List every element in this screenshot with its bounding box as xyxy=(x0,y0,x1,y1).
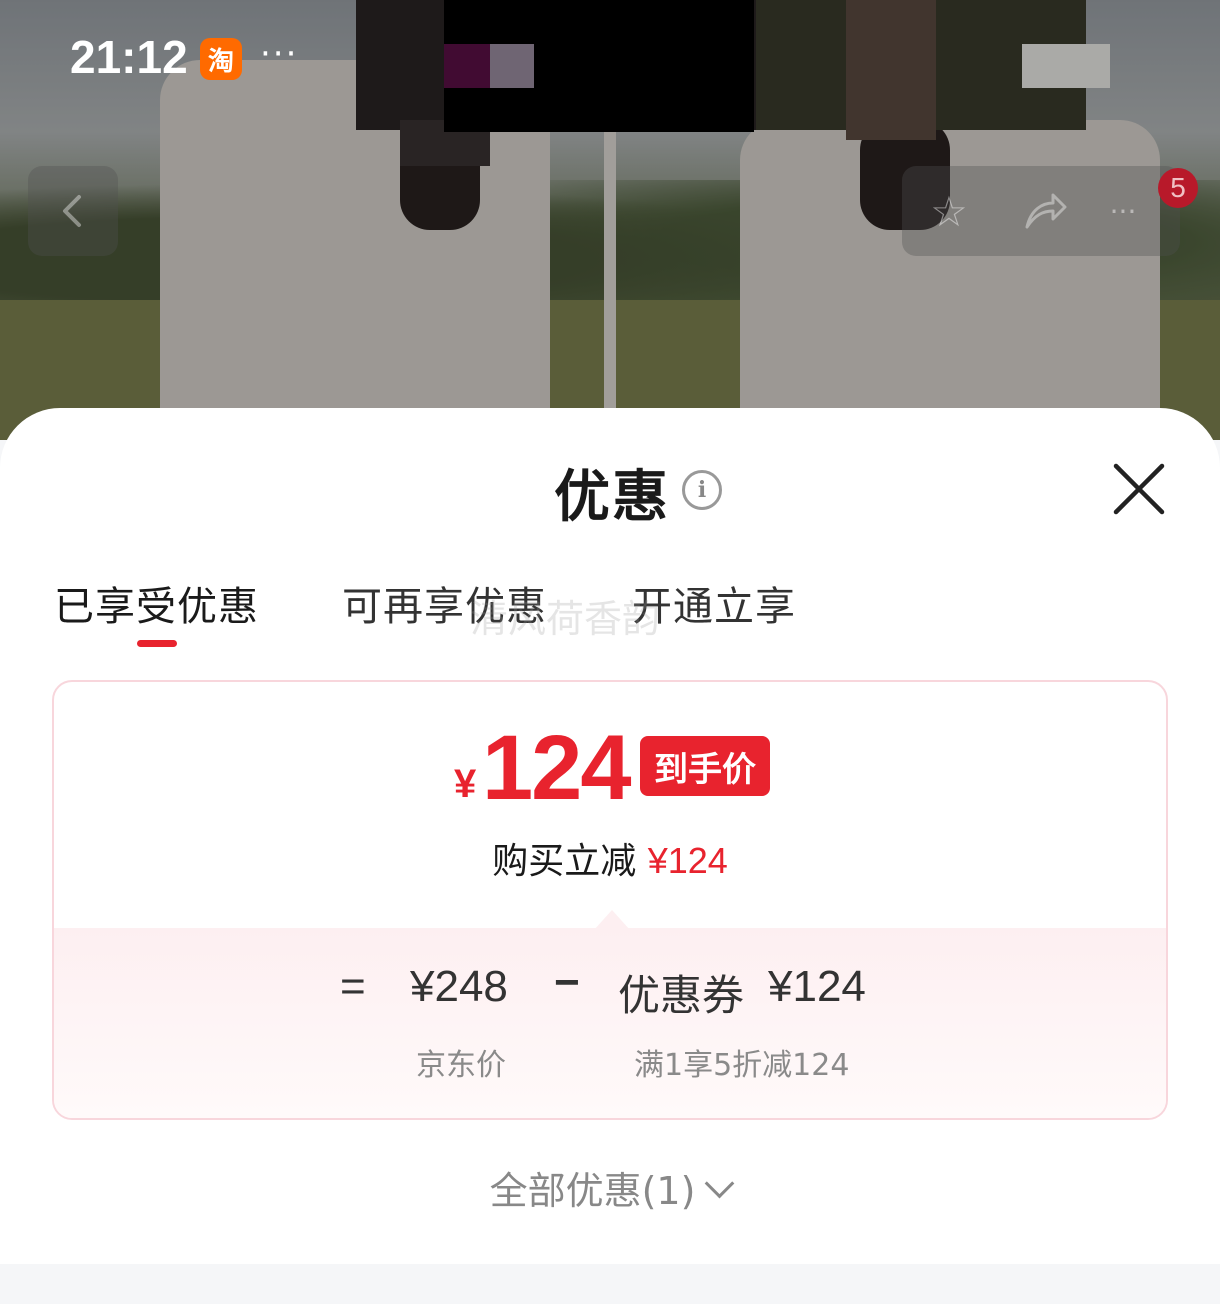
final-price-amount: 124 xyxy=(482,717,631,819)
equals-sign: = xyxy=(340,962,366,1011)
all-offers-label: 全部优惠(1) xyxy=(489,1169,696,1213)
tab-enjoyed-offers[interactable]: 已享受优惠 xyxy=(54,574,259,632)
sheet-title: 优惠 xyxy=(554,465,670,530)
chevron-left-icon xyxy=(63,195,81,227)
instant-reduction-amount: ¥124 xyxy=(647,840,728,881)
status-time: 21:12 xyxy=(70,31,188,83)
base-price: ¥248 xyxy=(410,962,508,1011)
final-price-currency: ¥ xyxy=(454,762,477,806)
final-price-row: ¥ 124 到手价 xyxy=(54,716,1166,819)
all-offers-toggle[interactable]: 全部优惠(1) xyxy=(0,1160,1220,1215)
final-price-tag: 到手价 xyxy=(640,736,770,796)
chevron-down-icon xyxy=(705,1168,735,1199)
watermark-text: 清风荷香韵 xyxy=(470,597,661,641)
star-icon[interactable]: ☆ xyxy=(924,186,974,236)
more-icon[interactable]: ··· xyxy=(1098,186,1148,236)
active-tab-indicator xyxy=(137,640,177,647)
callout-arrow xyxy=(594,910,630,930)
instant-reduction-row: 购买立减 ¥124 xyxy=(54,832,1166,884)
offers-bottom-sheet: 优惠 i 已享受优惠 可再享优惠 开通立享 清风荷香韵 ¥ 124 到手价 购买… xyxy=(0,408,1220,1264)
info-icon[interactable]: i xyxy=(682,470,722,510)
coupon-amount: ¥124 xyxy=(768,962,866,1011)
status-bar: 21:12 淘 ··· xyxy=(0,0,1220,120)
product-nav-actions: ☆ ··· xyxy=(902,166,1180,256)
offer-tabs: 已享受优惠 可再享优惠 开通立享 清风荷香韵 xyxy=(0,568,1220,658)
instant-reduction-label: 购买立减 xyxy=(492,841,637,882)
price-calculation: = ¥248 − 优惠券 ¥124 京东价 满1享5折减124 xyxy=(54,928,1166,1118)
status-more-icon: ··· xyxy=(260,34,299,74)
back-button[interactable] xyxy=(28,166,118,256)
base-price-label: 京东价 xyxy=(416,1048,506,1083)
coupon-description: 满1享5折减124 xyxy=(634,1048,850,1083)
share-icon[interactable] xyxy=(1020,186,1070,236)
coupon-label: 优惠券 xyxy=(618,971,745,1020)
taobao-app-icon: 淘 xyxy=(200,38,242,80)
price-breakdown-card: ¥ 124 到手价 购买立减 ¥124 = ¥248 − 优惠券 ¥124 京东… xyxy=(52,680,1168,1120)
close-icon xyxy=(1113,463,1165,515)
cart-count-badge: 5 xyxy=(1158,168,1198,208)
close-button[interactable] xyxy=(1110,460,1168,518)
minus-sign: − xyxy=(554,958,580,1007)
